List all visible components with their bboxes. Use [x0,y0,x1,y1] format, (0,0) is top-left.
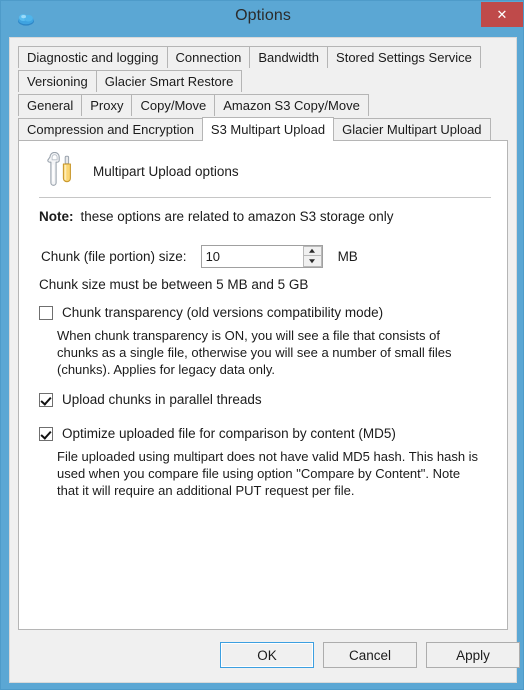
md5-checkbox[interactable] [39,427,53,441]
md5-checkbox-row[interactable]: Optimize uploaded file for comparison by… [39,426,396,441]
chunk-transparency-checkbox[interactable] [39,306,53,320]
chunk-transparency-label: Chunk transparency (old versions compati… [62,305,384,320]
note-line: Note: these options are related to amazon… [39,209,393,224]
tab-copy-move[interactable]: Copy/Move [131,94,216,116]
chevron-down-icon [309,258,316,263]
chunk-size-stepper[interactable] [200,244,323,268]
chunk-size-input[interactable] [201,245,298,267]
tab-glacier-multipart-upload[interactable]: Glacier Multipart Upload [333,118,491,140]
md5-description: File uploaded using multipart does not h… [57,449,479,498]
options-dialog-window: Options ✕ Diagnostic and logging Connect… [0,0,524,690]
tab-row-3: General Proxy Copy/Move Amazon S3 Copy/M… [18,92,508,116]
chunk-size-spin-buttons [302,245,322,267]
tab-general[interactable]: General [18,94,83,116]
note-label: Note: [39,209,74,224]
chevron-up-icon [309,248,316,253]
apply-button[interactable]: Apply [426,642,520,668]
tab-compression-and-encryption[interactable]: Compression and Encryption [18,118,203,140]
chunk-size-row: Chunk (file portion) size: MB [41,244,358,268]
tab-diagnostic-and-logging[interactable]: Diagnostic and logging [18,46,168,68]
chunk-transparency-checkbox-row[interactable]: Chunk transparency (old versions compati… [39,305,383,320]
chunk-size-unit-label: MB [337,248,358,264]
panel-header: Multipart Upload options [41,149,239,193]
chunk-size-increment-button[interactable] [302,245,322,256]
tab-row-4: Compression and Encryption S3 Multipart … [18,116,508,141]
tab-row-1: Diagnostic and logging Connection Bandwi… [18,44,508,68]
tab-versioning[interactable]: Versioning [18,70,97,92]
chunk-size-label: Chunk (file portion) size: [41,248,187,264]
dialog-client-area: Diagnostic and logging Connection Bandwi… [9,37,520,683]
cancel-button[interactable]: Cancel [323,642,417,668]
tab-connection[interactable]: Connection [166,46,251,68]
window-title: Options [235,7,291,24]
wrench-and-screwdriver-icon [41,151,79,190]
ok-button[interactable]: OK [220,642,314,668]
parallel-threads-checkbox[interactable] [39,393,53,407]
chunk-size-decrement-button[interactable] [302,256,322,267]
s3-multipart-upload-panel: Multipart Upload options Note: these opti… [18,140,508,630]
md5-label: Optimize uploaded file for comparison by… [62,426,396,441]
tab-row-2: Versioning Glacier Smart Restore [18,68,508,92]
tab-glacier-smart-restore[interactable]: Glacier Smart Restore [95,70,243,92]
close-icon[interactable]: ✕ [481,2,523,27]
panel-header-label: Multipart Upload options [93,163,239,179]
chunk-transparency-description: When chunk transparency is ON, you will … [57,328,452,377]
dialog-button-bar: OK Cancel Apply [10,630,520,682]
tab-control: Diagnostic and logging Connection Bandwi… [18,44,508,630]
parallel-threads-checkbox-row[interactable]: Upload chunks in parallel threads [39,392,262,407]
header-divider [39,197,491,198]
tab-bandwidth[interactable]: Bandwidth [249,46,329,68]
tab-stored-settings-service[interactable]: Stored Settings Service [327,46,481,68]
parallel-threads-label: Upload chunks in parallel threads [62,392,262,407]
tab-amazon-s3-copy-move[interactable]: Amazon S3 Copy/Move [214,94,369,116]
tab-proxy[interactable]: Proxy [81,94,133,116]
note-text: these options are related to amazon S3 s… [80,209,394,224]
title-bar: Options ✕ [1,1,524,37]
chunk-size-hint: Chunk size must be between 5 MB and 5 GB [39,277,309,292]
tab-s3-multipart-upload[interactable]: S3 Multipart Upload [201,117,335,141]
